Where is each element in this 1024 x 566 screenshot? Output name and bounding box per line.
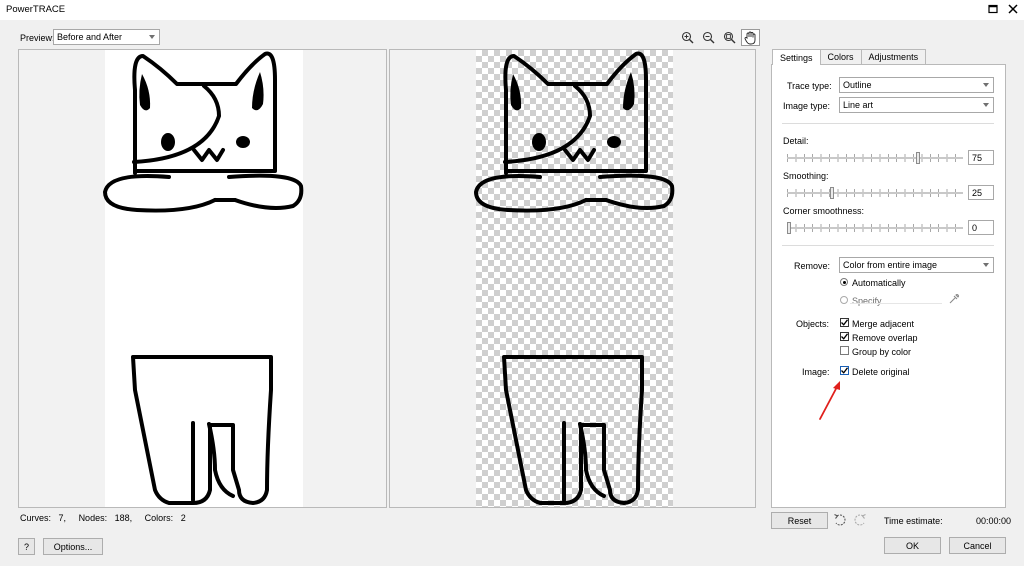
corner-smoothness-label: Corner smoothness: (783, 206, 865, 216)
chevron-down-icon (983, 263, 989, 267)
zoom-out-icon[interactable] (699, 29, 718, 46)
merge-adjacent-label: Merge adjacent (852, 319, 915, 329)
detail-slider-thumb[interactable] (916, 152, 920, 164)
trace-type-select[interactable]: Outline (839, 77, 994, 93)
group-by-color-checkbox[interactable] (840, 346, 849, 355)
title-bar: PowerTRACE (0, 0, 1024, 20)
options-button[interactable]: Options... (43, 538, 103, 555)
smoothing-input[interactable]: 25 (968, 185, 994, 200)
zoom-fit-icon[interactable] (720, 29, 739, 46)
close-icon[interactable] (1004, 1, 1022, 17)
detail-slider[interactable] (787, 152, 963, 164)
smoothing-slider[interactable] (787, 187, 963, 199)
merge-adjacent-checkbox[interactable] (840, 318, 849, 327)
image-type-select[interactable]: Line art (839, 97, 994, 113)
automatically-radio[interactable] (840, 278, 848, 286)
image-type-label: Image type: (783, 101, 831, 111)
red-arrow-annotation (819, 381, 840, 420)
nodes-value: 188, (114, 513, 133, 523)
specify-label: Specify (852, 296, 882, 306)
reset-button[interactable]: Reset (771, 512, 828, 529)
eyedropper-icon[interactable] (948, 293, 960, 307)
corner-smoothness-slider-thumb[interactable] (787, 222, 791, 234)
undo-icon[interactable] (833, 513, 847, 529)
tab-colors[interactable]: Colors (819, 49, 862, 64)
nodes-label: Nodes: (78, 513, 108, 523)
chevron-down-icon (983, 103, 989, 107)
automatically-label: Automatically (852, 278, 906, 288)
preview-mode-select[interactable]: Before and After (53, 29, 160, 45)
group-by-color-label: Group by color (852, 347, 912, 357)
objects-label: Objects: (796, 319, 830, 329)
curves-label: Curves: (20, 513, 52, 523)
remove-value: Color from entire image (843, 260, 938, 270)
settings-tabs: Settings Colors Adjustments (772, 49, 927, 65)
smoothing-label: Smoothing: (783, 171, 829, 181)
remove-overlap-label: Remove overlap (852, 333, 918, 343)
tab-settings[interactable]: Settings (772, 49, 821, 65)
redo-icon[interactable] (853, 513, 867, 529)
ok-button[interactable]: OK (884, 537, 941, 554)
delete-original-checkbox[interactable] (840, 366, 849, 375)
after-preview-pane[interactable] (389, 49, 756, 508)
before-preview-pane[interactable] (18, 49, 387, 508)
colors-value: 2 (180, 513, 186, 523)
corner-smoothness-slider[interactable] (787, 222, 963, 234)
specify-color-field (850, 303, 942, 304)
maximize-icon[interactable] (984, 1, 1002, 17)
divider (782, 245, 994, 246)
detail-input[interactable]: 75 (968, 150, 994, 165)
zoom-toolbar (678, 29, 760, 46)
detail-label: Detail: (783, 136, 809, 146)
remove-overlap-checkbox[interactable] (840, 332, 849, 341)
colors-label: Colors: (144, 513, 174, 523)
pan-hand-icon[interactable] (741, 29, 760, 46)
cat-line-art-original (103, 51, 304, 505)
image-type-value: Line art (843, 100, 874, 110)
settings-panel: Trace type: Outline Image type: Line art… (771, 64, 1006, 508)
cancel-button[interactable]: Cancel (949, 537, 1006, 554)
remove-select[interactable]: Color from entire image (839, 257, 994, 273)
trace-type-label: Trace type: (787, 81, 832, 91)
chevron-down-icon (149, 35, 155, 39)
tab-adjustments[interactable]: Adjustments (860, 49, 927, 64)
undo-redo-group (833, 513, 867, 529)
specify-radio[interactable] (840, 296, 848, 304)
time-estimate-label: Time estimate: (884, 516, 943, 526)
zoom-in-icon[interactable] (678, 29, 697, 46)
preview-mode-value: Before and After (57, 32, 123, 42)
window-title: PowerTRACE (6, 4, 66, 15)
help-button[interactable]: ? (18, 538, 35, 555)
cat-line-art-traced (474, 51, 675, 505)
preview-label: Preview: (20, 33, 55, 43)
delete-original-label: Delete original (852, 367, 910, 377)
divider (782, 123, 994, 124)
trace-type-value: Outline (843, 80, 872, 90)
remove-label: Remove: (794, 261, 831, 271)
trace-statistics: Curves: 7, Nodes: 188, Colors: 2 (20, 513, 186, 523)
time-estimate-value: 00:00:00 (976, 516, 1012, 526)
corner-smoothness-input[interactable]: 0 (968, 220, 994, 235)
chevron-down-icon (983, 83, 989, 87)
smoothing-slider-thumb[interactable] (830, 187, 834, 199)
image-label: Image: (802, 367, 830, 377)
curves-value: 7, (58, 513, 67, 523)
